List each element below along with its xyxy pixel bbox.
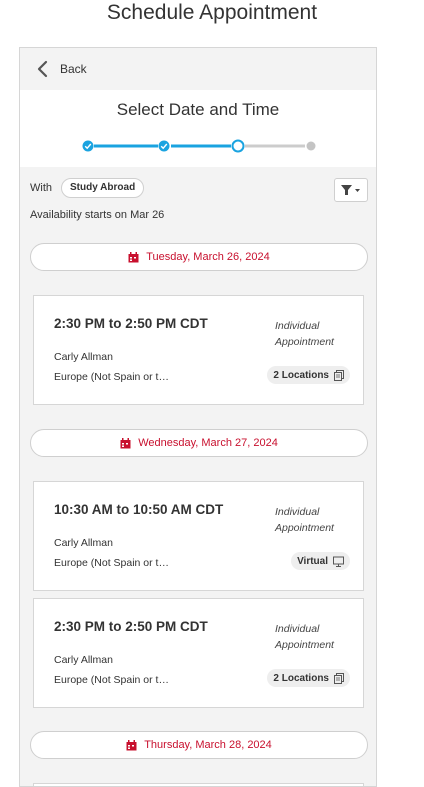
availability-text: Availability starts on Mar 26 — [30, 209, 165, 221]
advisor-name: Carly Allman — [54, 351, 113, 363]
page-title: Schedule Appointment — [106, 1, 318, 24]
appointment-card[interactable]: 2:30 PM to 2:50 PM CDT Individual Appoin… — [33, 598, 364, 708]
copy-icon — [334, 672, 344, 684]
slot-time: 10:30 AM to 10:50 AM CDT — [54, 502, 224, 517]
service-chip[interactable]: Study Abroad — [61, 178, 145, 198]
appointment-card[interactable]: 2:30 PM to 2:50 PM CDT Individual Appoin… — [33, 295, 364, 405]
back-button[interactable]: Back — [34, 59, 87, 79]
date-label: Wednesday, March 27, 2024 — [138, 437, 278, 449]
appointment-card-partial[interactable] — [33, 783, 364, 786]
slot-time: 2:30 PM to 2:50 PM CDT — [54, 619, 208, 634]
step-4-pending-icon — [306, 141, 316, 151]
calendar-icon — [120, 437, 131, 448]
back-label: Back — [60, 62, 87, 76]
calendar-icon — [126, 739, 137, 750]
advisor-name: Carly Allman — [54, 654, 113, 666]
scheduler-panel: Back Select Date and Time With Study Abr… — [19, 47, 377, 787]
filter-button[interactable] — [334, 178, 368, 202]
with-label: With — [30, 182, 52, 194]
back-bar: Back — [20, 48, 376, 90]
location-badge[interactable]: 2 Locations — [267, 669, 350, 687]
step-3-current-icon — [231, 139, 245, 153]
copy-icon — [334, 369, 344, 381]
slot-type: Individual Appointment — [275, 506, 334, 534]
location-badge[interactable]: Virtual — [291, 552, 350, 570]
date-header: Thursday, March 28, 2024 — [30, 731, 368, 759]
date-label: Tuesday, March 26, 2024 — [146, 251, 270, 263]
slot-location: Europe (Not Spain or t… — [54, 371, 169, 383]
monitor-icon — [333, 556, 344, 567]
date-header: Tuesday, March 26, 2024 — [30, 243, 368, 271]
calendar-icon — [128, 251, 139, 262]
slot-type: Individual Appointment — [275, 623, 334, 651]
advisor-name: Carly Allman — [54, 537, 113, 549]
filter-row: With Study Abroad — [30, 178, 368, 202]
slot-location: Europe (Not Spain or t… — [54, 557, 169, 569]
slot-type: Individual Appointment — [275, 320, 334, 348]
step-header: Select Date and Time — [20, 90, 376, 167]
slot-location: Europe (Not Spain or t… — [54, 674, 169, 686]
date-header: Wednesday, March 27, 2024 — [30, 429, 368, 457]
filter-icon — [341, 185, 360, 195]
location-badge-label: 2 Locations — [273, 672, 329, 684]
date-label: Thursday, March 28, 2024 — [144, 739, 272, 751]
appointment-card[interactable]: 10:30 AM to 10:50 AM CDT Individual Appo… — [33, 481, 364, 591]
step-1-complete-icon — [82, 140, 94, 152]
step-title: Select Date and Time — [116, 100, 280, 119]
slot-time: 2:30 PM to 2:50 PM CDT — [54, 316, 208, 331]
step-2-complete-icon — [158, 140, 170, 152]
location-badge[interactable]: 2 Locations — [267, 366, 350, 384]
progress-stepper — [82, 139, 316, 153]
chevron-left-icon — [37, 60, 48, 78]
location-badge-label: Virtual — [297, 555, 328, 567]
location-badge-label: 2 Locations — [273, 369, 329, 381]
